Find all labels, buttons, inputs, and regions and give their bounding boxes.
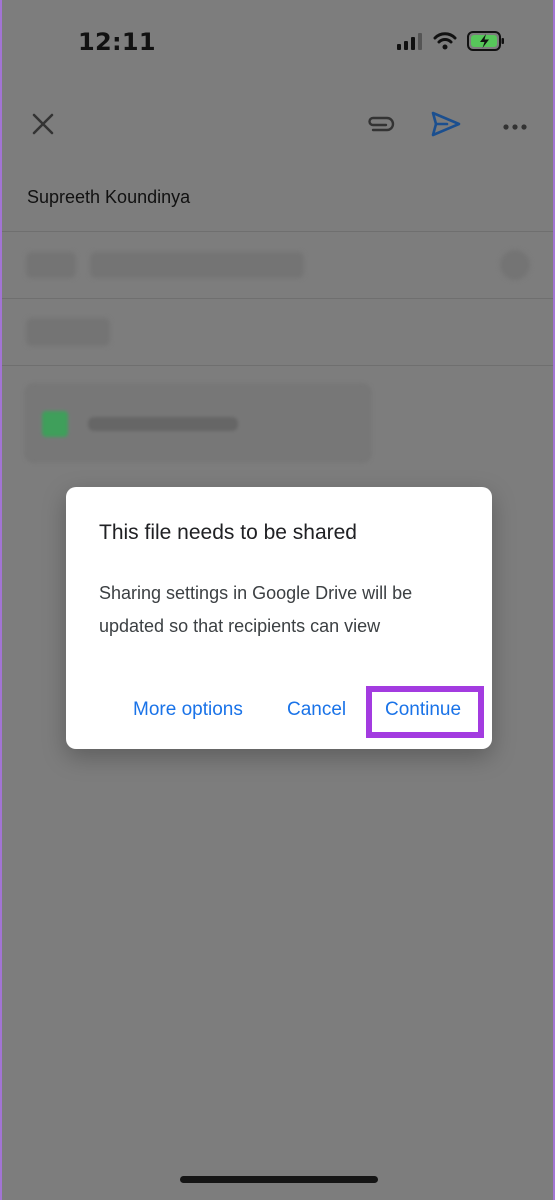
- dialog-message: Sharing settings in Google Drive will be…: [99, 583, 413, 636]
- cancel-button[interactable]: Cancel: [287, 699, 346, 721]
- attachment-name-blurred: [88, 417, 238, 431]
- close-button[interactable]: [23, 106, 63, 146]
- share-file-dialog: This file needs to be shared Sharing set…: [66, 487, 492, 749]
- battery-charging-icon: [467, 31, 505, 51]
- from-field[interactable]: Supreeth Koundinya: [27, 187, 190, 208]
- to-label-blurred: [26, 252, 76, 278]
- home-indicator: [180, 1176, 378, 1183]
- compose-toolbar: [2, 96, 553, 156]
- email-compose-screen: 12:11 Supreeth Koundinya This file needs…: [0, 0, 555, 1200]
- divider: [2, 365, 553, 366]
- paperclip-icon: [365, 114, 395, 139]
- divider: [2, 231, 553, 232]
- dialog-title: This file needs to be shared: [99, 521, 357, 544]
- more-options-button[interactable]: More options: [133, 699, 243, 721]
- expand-recipients-blurred[interactable]: [500, 250, 530, 280]
- attach-button[interactable]: [360, 106, 400, 146]
- cellular-signal-icon: [397, 32, 423, 50]
- sheets-file-icon: [42, 411, 68, 437]
- close-icon: [31, 112, 55, 141]
- attachment-chip[interactable]: [24, 383, 372, 463]
- subject-field-blurred[interactable]: [26, 318, 110, 346]
- more-horizontal-icon: [503, 117, 527, 135]
- send-button[interactable]: [426, 106, 466, 146]
- more-options-menu-button[interactable]: [495, 106, 535, 146]
- send-icon: [431, 111, 461, 142]
- divider: [2, 298, 553, 299]
- status-time: 12:11: [78, 28, 156, 56]
- wifi-icon: [433, 32, 457, 50]
- status-icons: [397, 31, 505, 51]
- continue-button[interactable]: Continue: [385, 699, 461, 721]
- recipient-chip-blurred[interactable]: [90, 252, 304, 278]
- status-bar: 12:11: [2, 0, 553, 88]
